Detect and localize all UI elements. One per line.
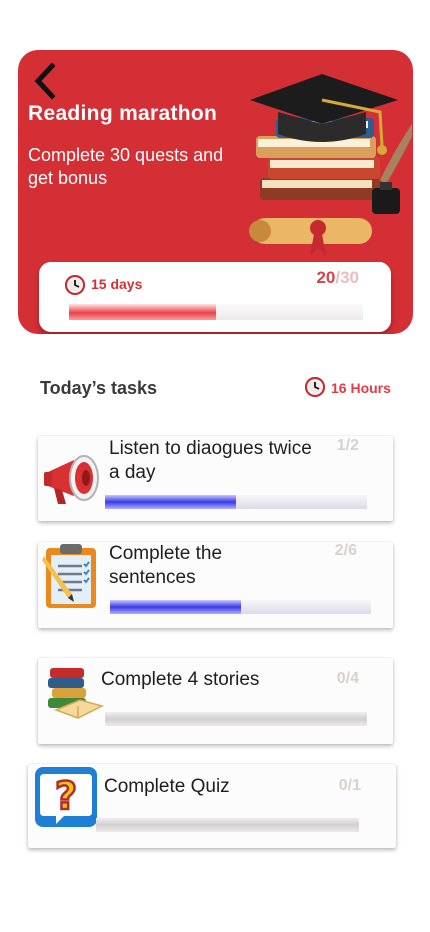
task-count: 0/4 (336, 670, 359, 687)
back-arrow-icon (34, 62, 56, 100)
question-icon: ? (35, 767, 97, 827)
graduation-cap-icon (249, 74, 412, 256)
task-text: Listen to diaogues twice a day (109, 438, 312, 483)
task-progress-bar (105, 712, 367, 726)
task-progress-bar (110, 600, 371, 614)
hero-card: Reading marathon Complete 30 quests and … (18, 50, 413, 334)
task-item-quiz[interactable]: ? Complete Quiz 0/1 (28, 764, 396, 848)
clipboard-icon (42, 544, 96, 608)
task-progress-fill (110, 600, 241, 614)
hero-title: Reading marathon (28, 102, 218, 125)
hero-progress-card: 15 days 20/30 (39, 262, 391, 332)
clock-icon (305, 377, 325, 397)
quest-count: 20/30 (316, 268, 359, 288)
megaphone-icon (44, 455, 99, 504)
tasks-heading: Today’s tasks (40, 378, 158, 398)
svg-text:?: ? (55, 774, 77, 818)
quest-completed: 20 (316, 268, 336, 287)
task-item-listen[interactable]: Listen to diaogues twice a day 1/2 (38, 436, 393, 521)
hero-progress-bar (69, 304, 363, 320)
task-progress-fill (105, 495, 236, 509)
task-text: Complete 4 stories (101, 669, 260, 690)
task-item-sentences[interactable]: Complete the sentences 2/6 (38, 542, 393, 628)
hours-left-label: 16 Hours (331, 380, 391, 396)
hero-progress-fill (69, 304, 216, 320)
task-text: Complete the sentences (109, 543, 223, 588)
task-text: Complete Quiz (104, 776, 230, 797)
page: Reading marathon Complete 30 quests and … (0, 0, 430, 932)
task-count: 2/6 (334, 542, 357, 559)
task-progress-bar (105, 495, 367, 509)
quest-total: /30 (335, 268, 359, 287)
task-count: 1/2 (336, 437, 359, 454)
task-item-stories[interactable]: Complete 4 stories 0/4 (38, 658, 393, 744)
clock-icon (65, 275, 85, 295)
task-progress-bar (96, 818, 359, 832)
task-count: 0/1 (338, 777, 361, 794)
books-icon (48, 668, 104, 719)
days-left-label: 15 days (91, 276, 143, 292)
back-button[interactable] (28, 62, 62, 100)
hero-subtitle: Complete 30 quests and get bonus (28, 145, 224, 188)
